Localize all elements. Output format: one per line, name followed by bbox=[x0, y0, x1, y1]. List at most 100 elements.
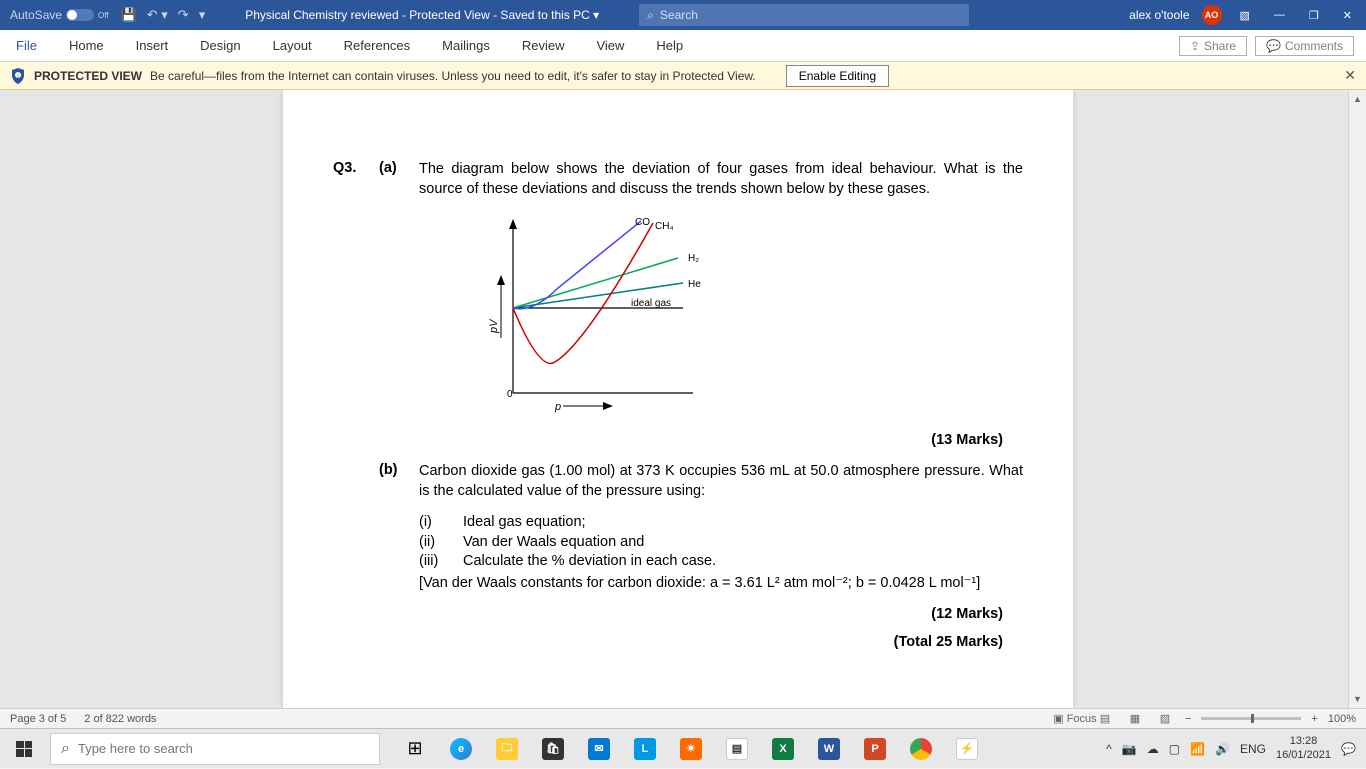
autosave-toggle[interactable]: AutoSave Off bbox=[10, 8, 109, 22]
svg-text:0: 0 bbox=[507, 389, 513, 400]
clock[interactable]: 13:28 16/01/2021 bbox=[1276, 735, 1331, 761]
page: Q3. (a) The diagram below shows the devi… bbox=[283, 90, 1073, 708]
comments-icon: 💬 bbox=[1266, 39, 1281, 53]
store-icon[interactable]: 🛍 bbox=[530, 729, 576, 769]
tab-references[interactable]: References bbox=[328, 30, 426, 61]
part-a-marks: (13 Marks) bbox=[333, 432, 1003, 448]
chrome-icon[interactable] bbox=[898, 729, 944, 769]
share-button[interactable]: ⇪Share bbox=[1179, 36, 1247, 56]
sub-ii-text: Van der Waals equation and bbox=[463, 533, 644, 553]
print-layout-icon[interactable]: ▦ bbox=[1125, 711, 1145, 727]
wifi-icon[interactable]: 📶 bbox=[1190, 742, 1205, 756]
user-name[interactable]: alex o'toole bbox=[1129, 8, 1189, 22]
app-doc-icon[interactable]: ▤ bbox=[714, 729, 760, 769]
windows-icon bbox=[16, 741, 32, 757]
tab-home[interactable]: Home bbox=[53, 30, 120, 61]
vertical-scrollbar[interactable]: ▲ ▼ bbox=[1348, 90, 1366, 708]
edge-icon[interactable]: e bbox=[438, 729, 484, 769]
task-view-icon[interactable]: ⊞ bbox=[392, 729, 438, 769]
sub-iii-text: Calculate the % deviation in each case. bbox=[463, 552, 716, 572]
page-indicator[interactable]: Page 3 of 5 bbox=[10, 713, 66, 725]
sub-iii-num: (iii) bbox=[419, 552, 463, 572]
app-l-icon[interactable]: L bbox=[622, 729, 668, 769]
onedrive-icon[interactable]: ☁ bbox=[1147, 742, 1159, 756]
tab-help[interactable]: Help bbox=[640, 30, 699, 61]
restore-button[interactable]: ❐ bbox=[1303, 9, 1325, 22]
app-orange-icon[interactable]: ✴ bbox=[668, 729, 714, 769]
vdw-constants: [Van der Waals constants for carbon diox… bbox=[419, 574, 1023, 594]
protected-view-message: Be careful—files from the Internet can c… bbox=[150, 69, 756, 83]
volume-icon[interactable]: 🔊 bbox=[1215, 742, 1230, 756]
question-number: Q3. bbox=[333, 160, 379, 199]
share-icon: ⇪ bbox=[1190, 39, 1200, 53]
page-content: Q3. (a) The diagram below shows the devi… bbox=[333, 160, 1023, 688]
title-bar: AutoSave Off 💾 ↶ ▾ ↷ ▾ Physical Chemistr… bbox=[0, 0, 1366, 30]
ribbon-display-icon[interactable]: ▧ bbox=[1234, 9, 1256, 22]
tab-design[interactable]: Design bbox=[184, 30, 256, 61]
zoom-in-button[interactable]: + bbox=[1311, 713, 1317, 725]
taskbar-search[interactable]: ⌕ bbox=[50, 733, 380, 765]
enable-editing-button[interactable]: Enable Editing bbox=[786, 65, 889, 87]
taskbar: ⌕ ⊞ e 🗀 🛍 ✉ L ✴ ▤ X W P ⚡ ^ 📷 ☁ ▢ 📶 🔊 EN… bbox=[0, 728, 1366, 768]
word-count[interactable]: 2 of 822 words bbox=[84, 713, 156, 725]
mail-icon[interactable]: ✉ bbox=[576, 729, 622, 769]
avatar[interactable]: AO bbox=[1202, 5, 1222, 25]
search-icon: ⌕ bbox=[61, 740, 70, 758]
word-icon[interactable]: W bbox=[806, 729, 852, 769]
autosave-label: AutoSave bbox=[10, 8, 62, 22]
close-bar-icon[interactable]: ✕ bbox=[1344, 67, 1356, 84]
total-marks: (Total 25 Marks) bbox=[333, 634, 1003, 650]
document-title[interactable]: Physical Chemistry reviewed - Protected … bbox=[245, 8, 599, 22]
part-a-text: The diagram below shows the deviation of… bbox=[419, 160, 1023, 199]
web-layout-icon[interactable]: ▨ bbox=[1155, 711, 1175, 727]
search-input[interactable] bbox=[660, 8, 961, 22]
toggle-switch[interactable] bbox=[66, 9, 94, 21]
time: 13:28 bbox=[1276, 735, 1331, 748]
ribbon-tabs: File Home Insert Design Layout Reference… bbox=[0, 30, 1366, 62]
sub-i-text: Ideal gas equation; bbox=[463, 513, 586, 533]
notifications-icon[interactable]: 💬 bbox=[1341, 742, 1356, 756]
part-b-marks: (12 Marks) bbox=[333, 606, 1003, 622]
part-b-text: Carbon dioxide gas (1.00 mol) at 373 K o… bbox=[419, 462, 1023, 501]
title-bar-right: alex o'toole AO ▧ — ❐ ✕ bbox=[1129, 5, 1366, 25]
zoom-slider[interactable] bbox=[1201, 717, 1301, 720]
tab-mailings[interactable]: Mailings bbox=[426, 30, 506, 61]
redo-icon[interactable]: ↷ bbox=[178, 7, 189, 23]
document-area: Q3. (a) The diagram below shows the devi… bbox=[0, 90, 1366, 708]
search-icon: ⌕ bbox=[647, 8, 654, 23]
tray-chevron-icon[interactable]: ^ bbox=[1106, 742, 1112, 756]
date: 16/01/2021 bbox=[1276, 749, 1331, 762]
status-bar: Page 3 of 5 2 of 822 words ▣ Focus ▤ ▦ ▨… bbox=[0, 708, 1366, 728]
scroll-up-icon[interactable]: ▲ bbox=[1349, 90, 1366, 108]
minimize-button[interactable]: — bbox=[1268, 9, 1291, 21]
taskbar-search-input[interactable] bbox=[78, 741, 369, 756]
battery-icon[interactable]: ▢ bbox=[1169, 742, 1180, 756]
tab-file[interactable]: File bbox=[0, 30, 53, 61]
search-box[interactable]: ⌕ bbox=[639, 4, 969, 26]
save-icon[interactable]: 💾 bbox=[121, 7, 137, 23]
language-indicator[interactable]: ENG bbox=[1240, 742, 1266, 756]
explorer-icon[interactable]: 🗀 bbox=[484, 729, 530, 769]
read-mode-icon[interactable]: ▤ bbox=[1095, 711, 1115, 727]
scroll-down-icon[interactable]: ▼ bbox=[1349, 690, 1366, 708]
meet-now-icon[interactable]: 📷 bbox=[1122, 742, 1137, 756]
shield-icon: i bbox=[10, 68, 26, 84]
excel-icon[interactable]: X bbox=[760, 729, 806, 769]
zoom-out-button[interactable]: − bbox=[1185, 713, 1191, 725]
close-button[interactable]: ✕ bbox=[1337, 9, 1358, 22]
undo-icon[interactable]: ↶ ▾ bbox=[147, 7, 168, 23]
sub-ii-num: (ii) bbox=[419, 533, 463, 553]
app-bolt-icon[interactable]: ⚡ bbox=[944, 729, 990, 769]
tab-layout[interactable]: Layout bbox=[257, 30, 328, 61]
customize-qat-icon[interactable]: ▾ bbox=[199, 7, 206, 23]
tab-review[interactable]: Review bbox=[506, 30, 581, 61]
comments-button[interactable]: 💬Comments bbox=[1255, 36, 1354, 56]
tab-insert[interactable]: Insert bbox=[120, 30, 185, 61]
svg-text:i: i bbox=[17, 74, 18, 80]
start-button[interactable] bbox=[0, 729, 48, 769]
zoom-level[interactable]: 100% bbox=[1328, 713, 1356, 725]
protected-view-bar: i PROTECTED VIEW Be careful—files from t… bbox=[0, 62, 1366, 90]
powerpoint-icon[interactable]: P bbox=[852, 729, 898, 769]
focus-button[interactable]: ▣ Focus bbox=[1065, 711, 1085, 727]
tab-view[interactable]: View bbox=[580, 30, 640, 61]
